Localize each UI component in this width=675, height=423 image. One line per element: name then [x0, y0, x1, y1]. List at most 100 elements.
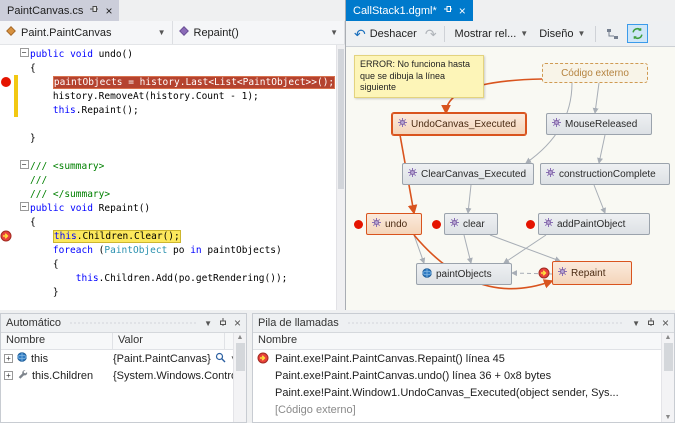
type-dropdown[interactable]: Paint.PaintCanvas ▼ [0, 21, 173, 44]
map-node-ctor[interactable]: constructionComplete [540, 163, 670, 185]
close-icon[interactable]: × [459, 5, 466, 17]
redo-icon[interactable]: ↷ [425, 27, 437, 41]
callstack-frame[interactable]: [Código externo] [253, 401, 661, 418]
code-line[interactable]: { [0, 61, 336, 75]
callstack-scrollbar[interactable]: ▲ ▼ [661, 333, 674, 422]
change-bar [14, 117, 18, 131]
code-line[interactable]: paintObjects = history.Last<List<PaintOb… [0, 75, 336, 89]
expand-icon[interactable]: + [4, 354, 13, 363]
code-map-canvas[interactable]: ERROR: No funciona hasta que se dibuja l… [346, 47, 675, 310]
map-node-ext[interactable]: Código externo [542, 63, 648, 83]
code-line[interactable]: −/// <summary> [0, 159, 336, 173]
code-line[interactable]: { [0, 215, 336, 229]
code-line[interactable]: this.Children.Clear(); [0, 229, 336, 243]
fold-toggle-icon[interactable]: − [19, 202, 29, 211]
column-header-name[interactable]: Nombre [253, 333, 661, 349]
code-line[interactable]: /// </summary> [0, 187, 336, 201]
map-node-undoExec[interactable]: UndoCanvas_Executed [392, 113, 526, 135]
map-node-mouseRel[interactable]: MouseReleased [546, 113, 652, 135]
column-header-name[interactable]: Nombre [1, 333, 113, 349]
pin-icon[interactable] [443, 4, 453, 17]
breakpoint-gutter[interactable] [0, 117, 14, 131]
map-node-clear[interactable]: clear [432, 213, 498, 235]
close-icon[interactable]: × [234, 317, 241, 329]
close-icon[interactable]: × [662, 317, 669, 329]
code-line[interactable] [0, 117, 336, 131]
expand-icon[interactable]: + [4, 371, 13, 380]
code-line[interactable] [0, 145, 336, 159]
sync-toggle-button[interactable] [627, 24, 649, 43]
undo-button[interactable]: ↶ Deshacer [351, 25, 420, 43]
scrollbar-thumb[interactable] [663, 343, 673, 371]
drag-grip[interactable] [346, 320, 625, 326]
scroll-up-icon[interactable]: ▲ [237, 334, 244, 341]
map-node-addPaint[interactable]: addPaintObject [526, 213, 650, 235]
code-line[interactable]: this.Children.Add(po.getRendering()); [0, 271, 336, 285]
callstack-frame[interactable]: Paint.exe!Paint.PaintCanvas.Repaint() lí… [253, 350, 661, 367]
code-line[interactable]: { [0, 257, 336, 271]
magnifier-icon[interactable] [215, 352, 226, 366]
map-node-clearExec[interactable]: ClearCanvas_Executed [402, 163, 534, 185]
pin-icon[interactable] [89, 4, 99, 17]
code-line[interactable]: foreach (PaintObject po in paintObjects) [0, 243, 336, 257]
layout-dropdown[interactable]: Diseño ▼ [536, 26, 588, 42]
window-menu-icon[interactable]: ▼ [632, 319, 640, 328]
scroll-up-icon[interactable]: ▲ [665, 334, 672, 341]
breakpoint-gutter[interactable] [0, 103, 14, 117]
breakpoint-gutter[interactable] [0, 75, 14, 89]
breakpoint-gutter[interactable] [0, 47, 14, 61]
code-line[interactable]: − public void Repaint() [0, 201, 336, 215]
close-icon[interactable]: × [105, 5, 112, 17]
breakpoint-gutter[interactable] [0, 285, 14, 299]
drag-grip[interactable] [69, 320, 197, 326]
pin-icon[interactable] [218, 317, 228, 330]
fold-toggle-icon[interactable]: − [19, 48, 29, 57]
scrollbar-thumb[interactable] [338, 49, 344, 189]
editor-scrollbar[interactable] [336, 45, 345, 310]
callstack-frame[interactable]: Paint.exe!Paint.PaintCanvas.undo() línea… [253, 367, 661, 384]
breakpoint-gutter[interactable] [0, 187, 14, 201]
show-related-dropdown[interactable]: Mostrar rel... ▼ [452, 26, 532, 42]
new-graph-icon[interactable] [603, 26, 622, 42]
callstack-frame[interactable]: Paint.exe!Paint.Window1.UndoCanvas_Execu… [253, 384, 661, 401]
code-editor[interactable]: − public void undo(){ paintObjects = hist… [0, 45, 345, 310]
breakpoint-gutter[interactable] [0, 201, 14, 215]
autos-row[interactable]: + this.Children {System.Windows.Controls [1, 367, 233, 384]
scrollbar-thumb[interactable] [235, 343, 245, 371]
pin-icon[interactable] [646, 317, 656, 330]
breakpoint-gutter[interactable] [0, 159, 14, 173]
breakpoint-gutter[interactable] [0, 215, 14, 229]
breakpoint-gutter[interactable] [0, 145, 14, 159]
breakpoint-gutter[interactable] [0, 271, 14, 285]
map-node-label: Repaint [571, 267, 606, 279]
breakpoint-gutter[interactable] [0, 89, 14, 103]
breakpoint-gutter[interactable] [0, 131, 14, 145]
autos-scrollbar[interactable]: ▲ [233, 333, 246, 422]
breakpoint-icon[interactable] [1, 77, 11, 87]
code-line[interactable]: − public void undo() [0, 47, 336, 61]
breakpoint-gutter[interactable] [0, 173, 14, 187]
map-node-undo[interactable]: undo [354, 213, 422, 235]
scroll-down-icon[interactable]: ▼ [665, 414, 672, 421]
fold-toggle-icon[interactable]: − [19, 160, 29, 169]
code-line[interactable]: } [0, 131, 336, 145]
tab-paintcanvas-cs[interactable]: PaintCanvas.cs × [0, 0, 120, 21]
tab-callstack-dgml[interactable]: CallStack1.dgml* × [346, 0, 473, 21]
code-line[interactable]: history.RemoveAt(history.Count - 1); [0, 89, 336, 103]
autos-row[interactable]: + this {Paint.PaintCanvas}▼ [1, 350, 233, 367]
map-node-paintObjects[interactable]: paintObjects [416, 263, 512, 285]
breakpoint-gutter[interactable] [0, 243, 14, 257]
breakpoint-gutter[interactable] [0, 229, 14, 243]
code-line[interactable]: /// [0, 173, 336, 187]
autos-rows: + this {Paint.PaintCanvas}▼ + this.Children {… [1, 350, 233, 422]
column-header-value[interactable]: Valor [113, 333, 225, 349]
callstack-header: Nombre [253, 333, 661, 350]
member-dropdown[interactable]: Repaint() ▼ [173, 21, 345, 44]
code-line[interactable]: } [0, 285, 336, 299]
map-node-repaint[interactable]: Repaint [538, 261, 632, 285]
map-comment-note[interactable]: ERROR: No funciona hasta que se dibuja l… [354, 55, 484, 99]
window-menu-icon[interactable]: ▼ [204, 319, 212, 328]
breakpoint-gutter[interactable] [0, 257, 14, 271]
code-line[interactable]: this.Repaint(); [0, 103, 336, 117]
breakpoint-gutter[interactable] [0, 61, 14, 75]
